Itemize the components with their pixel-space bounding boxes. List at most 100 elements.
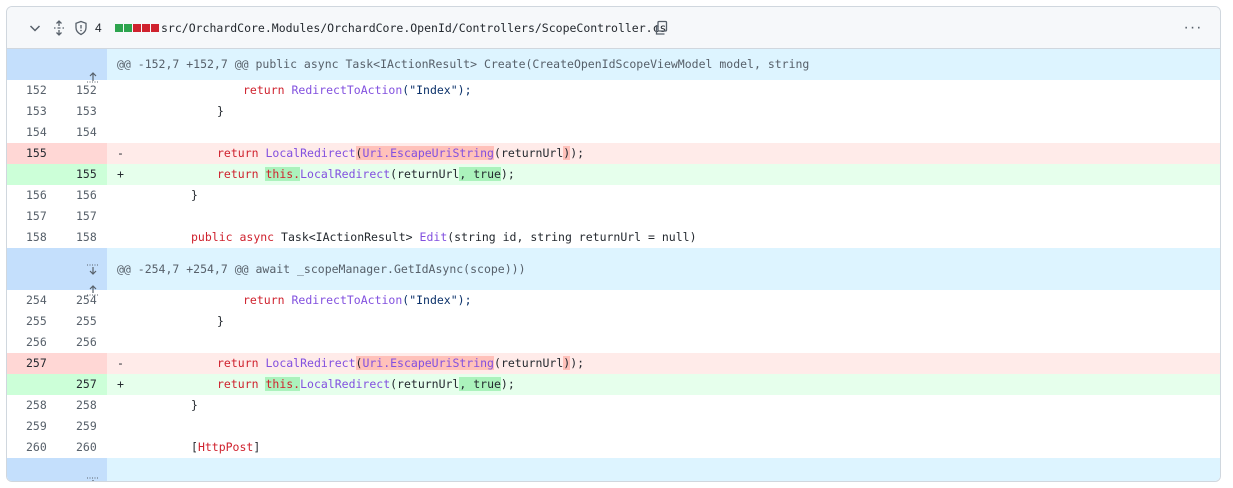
old-line-number[interactable]: 258: [7, 395, 57, 416]
removed-highlight: Uri.EscapeUriString: [362, 356, 494, 370]
old-line-number[interactable]: 158: [7, 227, 57, 248]
added-highlight: , true: [459, 377, 501, 391]
identifier: returnUrl: [500, 146, 564, 160]
old-line-number[interactable]: 254: [7, 290, 57, 311]
attribute-name: HttpPost: [197, 440, 254, 454]
punctuation: [: [191, 440, 198, 454]
method-name: LocalRedirect: [300, 377, 391, 391]
shield-icon: [74, 7, 88, 49]
diff-line: 260 260 [HttpPost]: [7, 437, 1220, 458]
addition-marker: +: [117, 167, 124, 181]
parameters: (string id, string returnUrl = null): [447, 230, 697, 244]
hunk-footer: [7, 458, 1220, 481]
new-line-number[interactable]: 254: [57, 290, 107, 311]
deletion-marker: -: [117, 356, 124, 370]
old-line-number[interactable]: 156: [7, 185, 57, 206]
identifier: (returnUrl: [390, 377, 460, 391]
more-options-button[interactable]: ···: [1182, 7, 1204, 49]
string-literal: ("Index");: [402, 83, 472, 97]
old-line-number[interactable]: [7, 164, 57, 185]
new-line-number[interactable]: 260: [57, 437, 107, 458]
diffstat-block: [142, 24, 150, 32]
hunk-header: @@ -254,7 +254,7 @@ await _scopeManager.…: [7, 248, 1220, 296]
keyword: return: [243, 293, 285, 307]
added-highlight: this.: [265, 377, 301, 391]
code-line: }: [217, 314, 224, 328]
expand-down-icon: [7, 465, 107, 481]
old-line-number[interactable]: 157: [7, 206, 57, 227]
diffstat-block: [115, 24, 123, 32]
keyword: async: [239, 230, 275, 244]
new-line-number[interactable]: 257: [57, 374, 107, 395]
keyword: return: [217, 377, 259, 391]
new-line-number[interactable]: 255: [57, 311, 107, 332]
method-name: RedirectToAction: [291, 83, 403, 97]
old-line-number[interactable]: [7, 374, 57, 395]
old-line-number[interactable]: 256: [7, 332, 57, 353]
new-line-number[interactable]: 155: [57, 164, 107, 185]
new-line-number[interactable]: 158: [57, 227, 107, 248]
chevron-down-icon[interactable]: [27, 7, 43, 49]
method-name: Uri.EscapeUriString: [362, 146, 494, 160]
string-literal: ("Index");: [402, 293, 472, 307]
keyword: return: [243, 83, 285, 97]
diff-line: 254 254 return RedirectToAction("Index")…: [7, 290, 1220, 311]
old-line-number[interactable]: 257: [7, 353, 57, 374]
expand-down-button[interactable]: [7, 458, 107, 481]
code-line: return LocalRedirect (Uri.EscapeUriString…: [217, 143, 584, 164]
hunk-header-text: @@ -254,7 +254,7 @@ await _scopeManager.…: [117, 262, 526, 276]
method-name: RedirectToAction: [291, 293, 403, 307]
diff-file: 4 src/OrchardCore.Modules/OrchardCore.Op…: [6, 6, 1221, 482]
keyword: return: [217, 146, 259, 160]
new-line-number[interactable]: 259: [57, 416, 107, 437]
new-line-number[interactable]: 154: [57, 122, 107, 143]
new-line-number[interactable]: [57, 353, 107, 374]
punctuation: );: [570, 146, 585, 160]
old-line-number[interactable]: 255: [7, 311, 57, 332]
expand-button[interactable]: [7, 248, 107, 296]
expand-all-icon[interactable]: [51, 7, 67, 49]
keyword: return: [217, 356, 259, 370]
old-line-number[interactable]: 259: [7, 416, 57, 437]
new-line-number[interactable]: 153: [57, 101, 107, 122]
old-line-number[interactable]: 152: [7, 80, 57, 101]
copy-icon[interactable]: [653, 7, 669, 49]
hunk-header-text: @@ -152,7 +152,7 @@ public async Task<IA…: [117, 57, 810, 71]
method-name: Uri.EscapeUriString: [362, 356, 494, 370]
code-line: return this.LocalRedirect(returnUrl, tru…: [217, 164, 515, 185]
added-line: 155 + return this.LocalRedirect(returnUr…: [7, 164, 1220, 185]
diff-line: 153 153 }: [7, 101, 1220, 122]
punctuation: (: [494, 356, 501, 370]
addition-marker: +: [117, 377, 124, 391]
new-line-number[interactable]: 258: [57, 395, 107, 416]
method-name: Edit: [419, 230, 448, 244]
new-line-number[interactable]: 157: [57, 206, 107, 227]
diff-line: 156 156 }: [7, 185, 1220, 206]
hunk-header: @@ -152,7 +152,7 @@ public async Task<IA…: [7, 49, 1220, 83]
type-name: Task<IActionResult>: [281, 230, 413, 244]
keyword: this.: [265, 377, 301, 391]
new-line-number[interactable]: [57, 143, 107, 164]
diff-line: 158 158 public async Task<IActionResult>…: [7, 227, 1220, 248]
method-name: LocalRedirect: [300, 167, 391, 181]
keyword: return: [217, 167, 259, 181]
new-line-number[interactable]: 152: [57, 80, 107, 101]
new-line-number[interactable]: 256: [57, 332, 107, 353]
code-line: return LocalRedirect (Uri.EscapeUriString…: [217, 353, 584, 374]
code-line: }: [191, 398, 198, 412]
diff-line: 258 258 }: [7, 395, 1220, 416]
old-line-number[interactable]: 155: [7, 143, 57, 164]
diffstat-block: [133, 24, 141, 32]
punctuation: );: [500, 377, 515, 391]
punctuation: );: [500, 167, 515, 181]
file-path[interactable]: src/OrchardCore.Modules/OrchardCore.Open…: [161, 7, 666, 49]
old-line-number[interactable]: 153: [7, 101, 57, 122]
removed-highlight: Uri.EscapeUriString: [362, 146, 494, 160]
old-line-number[interactable]: 260: [7, 437, 57, 458]
diff-line: 256 256: [7, 332, 1220, 353]
deleted-line: 155 - return LocalRedirect (Uri.EscapeUri…: [7, 143, 1220, 164]
code-line: return this.LocalRedirect(returnUrl, tru…: [217, 374, 515, 395]
old-line-number[interactable]: 154: [7, 122, 57, 143]
expand-up-button[interactable]: [7, 49, 107, 83]
new-line-number[interactable]: 156: [57, 185, 107, 206]
